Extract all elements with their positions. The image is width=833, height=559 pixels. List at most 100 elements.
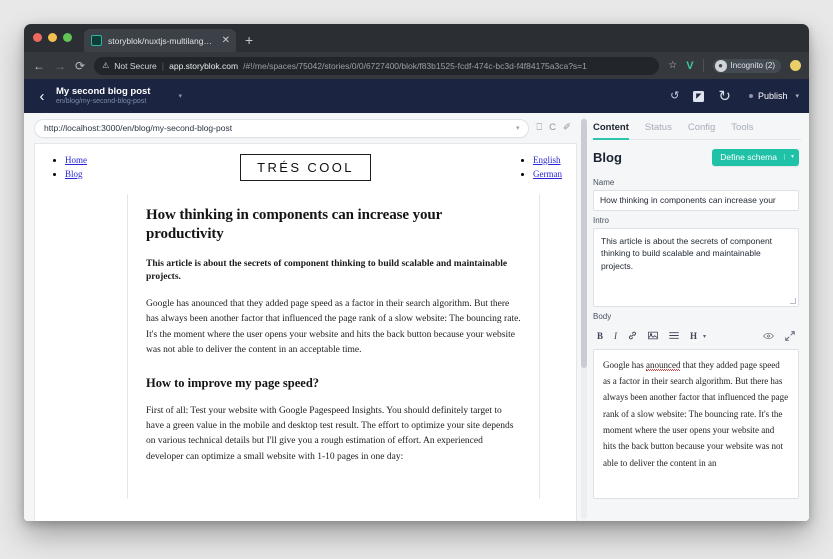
browser-window: storyblok/nuxtjs-multilanguage ✕ + ← → ⟳… [24, 24, 809, 521]
edit-pen-icon[interactable]: ✐ [563, 123, 571, 133]
image-icon[interactable] [648, 331, 658, 342]
scrollbar-track[interactable] [581, 117, 587, 519]
back-chevron-icon[interactable]: ‹ [32, 88, 52, 105]
incognito-label: Incognito (2) [731, 61, 775, 70]
forward-icon[interactable]: → [54, 60, 66, 72]
address-bar[interactable]: ⚠ Not Secure | app.storyblok.com /#!/me/… [94, 57, 659, 75]
sidebar-tabs: Content Status Config Tools [591, 113, 801, 140]
list-item[interactable]: Blog [65, 168, 239, 182]
reload-icon[interactable]: ⟳ [75, 60, 85, 72]
preview-toolbar: http://localhost:3000/en/blog/my-second-… [24, 113, 577, 143]
article: How thinking in components can increase … [127, 194, 540, 499]
language-link-german[interactable]: German [533, 169, 562, 179]
list-item[interactable]: Home [65, 154, 239, 168]
chevron-down-icon[interactable]: ▾ [784, 154, 794, 160]
expand-icon[interactable] [785, 331, 795, 343]
new-tab-button[interactable]: + [245, 32, 253, 52]
bookmark-star-icon[interactable]: ☆ [668, 60, 677, 71]
tab-content[interactable]: Content [593, 122, 629, 140]
sidebar-header: Blog Define schema ▾ [591, 140, 801, 173]
article-paragraph: Google has anounced that they added page… [146, 297, 521, 359]
preview-iframe[interactable]: Home Blog TRÉS COOL English German [34, 143, 577, 521]
panel-splitter[interactable] [577, 113, 591, 521]
security-label: Not Secure [114, 61, 157, 71]
extension-icon[interactable]: V [686, 60, 693, 72]
story-slug: en/blog/my-second-blog-post [56, 97, 150, 106]
scrollbar-thumb[interactable] [581, 119, 587, 368]
omnibox-separator: | [162, 61, 164, 71]
close-window-button[interactable] [33, 33, 42, 42]
nav-link-home[interactable]: Home [65, 155, 87, 165]
language-link-english[interactable]: English [533, 155, 561, 165]
article-lede: This article is about the secrets of com… [146, 258, 521, 285]
site-logo-wrap: TRÉS COOL [239, 154, 372, 181]
favicon-icon [91, 35, 102, 46]
component-name: Blog [593, 150, 622, 165]
italic-icon[interactable]: I [614, 332, 617, 341]
window-controls [33, 24, 72, 52]
storyblok-app: ‹ My second blog post en/blog/my-second-… [24, 79, 809, 521]
browser-toolbar: ← → ⟳ ⚠ Not Secure | app.storyblok.com /… [24, 52, 809, 79]
undo-icon[interactable]: ↺ [670, 91, 679, 102]
body-text-pre: Google has [603, 360, 646, 370]
bold-icon[interactable]: B [597, 332, 603, 341]
nav-link-blog[interactable]: Blog [65, 169, 83, 179]
device-icon[interactable]: ⎕ [536, 123, 542, 133]
tab-config[interactable]: Config [688, 122, 715, 140]
richtext-toolbar: B I H ▾ [593, 324, 799, 349]
misspelled-word: anounced [646, 360, 680, 371]
intro-textarea[interactable]: This article is about the secrets of com… [593, 228, 799, 307]
toolbar-divider [703, 59, 704, 72]
list-item[interactable]: German [533, 168, 562, 182]
chevron-down-icon[interactable]: ▾ [178, 92, 182, 100]
define-schema-button[interactable]: Define schema ▾ [712, 149, 799, 166]
body-field-label: Body [593, 312, 799, 321]
body-text-post: that they added page speed as a factor i… [603, 360, 788, 468]
publish-button[interactable]: Publish [749, 91, 788, 101]
save-icon[interactable]: ◤ [693, 91, 704, 102]
maximize-window-button[interactable] [63, 33, 72, 42]
heading-icon[interactable]: H [690, 332, 697, 341]
minimize-window-button[interactable] [48, 33, 57, 42]
site-header: Home Blog TRÉS COOL English German [35, 144, 576, 182]
preview-column: http://localhost:3000/en/blog/my-second-… [24, 113, 577, 521]
body-richtext-editor[interactable]: Google has anounced that they added page… [593, 349, 799, 499]
sidebar-fields: Name How thinking in components can incr… [591, 173, 801, 522]
tab-status[interactable]: Status [645, 122, 672, 140]
warning-icon: ⚠ [102, 62, 109, 70]
site-nav-right: English German [372, 154, 562, 182]
browser-tab-title: storyblok/nuxtjs-multilanguage [108, 36, 216, 46]
refresh-icon[interactable]: ↻ [718, 89, 731, 104]
publish-label: Publish [758, 91, 788, 101]
back-icon[interactable]: ← [33, 60, 45, 72]
resize-handle[interactable] [790, 298, 796, 304]
intro-field-label: Intro [593, 216, 799, 225]
app-body: http://localhost:3000/en/blog/my-second-… [24, 113, 809, 521]
list-icon[interactable] [669, 331, 679, 342]
app-topbar: ‹ My second blog post en/blog/my-second-… [24, 79, 809, 113]
browser-tab-strip: storyblok/nuxtjs-multilanguage ✕ + [24, 24, 809, 52]
name-input[interactable]: How thinking in components can increase … [593, 190, 799, 211]
list-item[interactable]: English [533, 154, 562, 168]
story-title: My second blog post [56, 86, 150, 98]
preview-eye-icon[interactable] [763, 332, 774, 342]
url-domain: app.storyblok.com [169, 61, 238, 71]
publish-chevron-down-icon[interactable]: ▾ [795, 92, 799, 100]
article-paragraph: First of all: Test your website with Goo… [146, 404, 521, 466]
preview-url-value: http://localhost:3000/en/blog/my-second-… [44, 123, 516, 133]
unsaved-indicator-dot [749, 94, 753, 98]
chevron-down-icon[interactable]: ▾ [516, 124, 520, 132]
site-logo: TRÉS COOL [240, 154, 371, 181]
reload-icon[interactable]: C [549, 123, 556, 133]
incognito-avatar-icon: ● [715, 60, 727, 72]
browser-tab[interactable]: storyblok/nuxtjs-multilanguage ✕ [84, 29, 236, 52]
close-icon[interactable]: ✕ [222, 36, 230, 46]
chevron-down-icon[interactable]: ▾ [703, 333, 706, 340]
define-schema-label: Define schema [720, 153, 777, 162]
tab-tools[interactable]: Tools [731, 122, 753, 140]
preview-url-input[interactable]: http://localhost:3000/en/blog/my-second-… [34, 119, 529, 138]
link-icon[interactable] [628, 331, 637, 342]
site-nav-left: Home Blog [49, 154, 239, 182]
incognito-badge[interactable]: ● Incognito (2) [713, 59, 781, 73]
profile-avatar[interactable] [790, 60, 801, 71]
